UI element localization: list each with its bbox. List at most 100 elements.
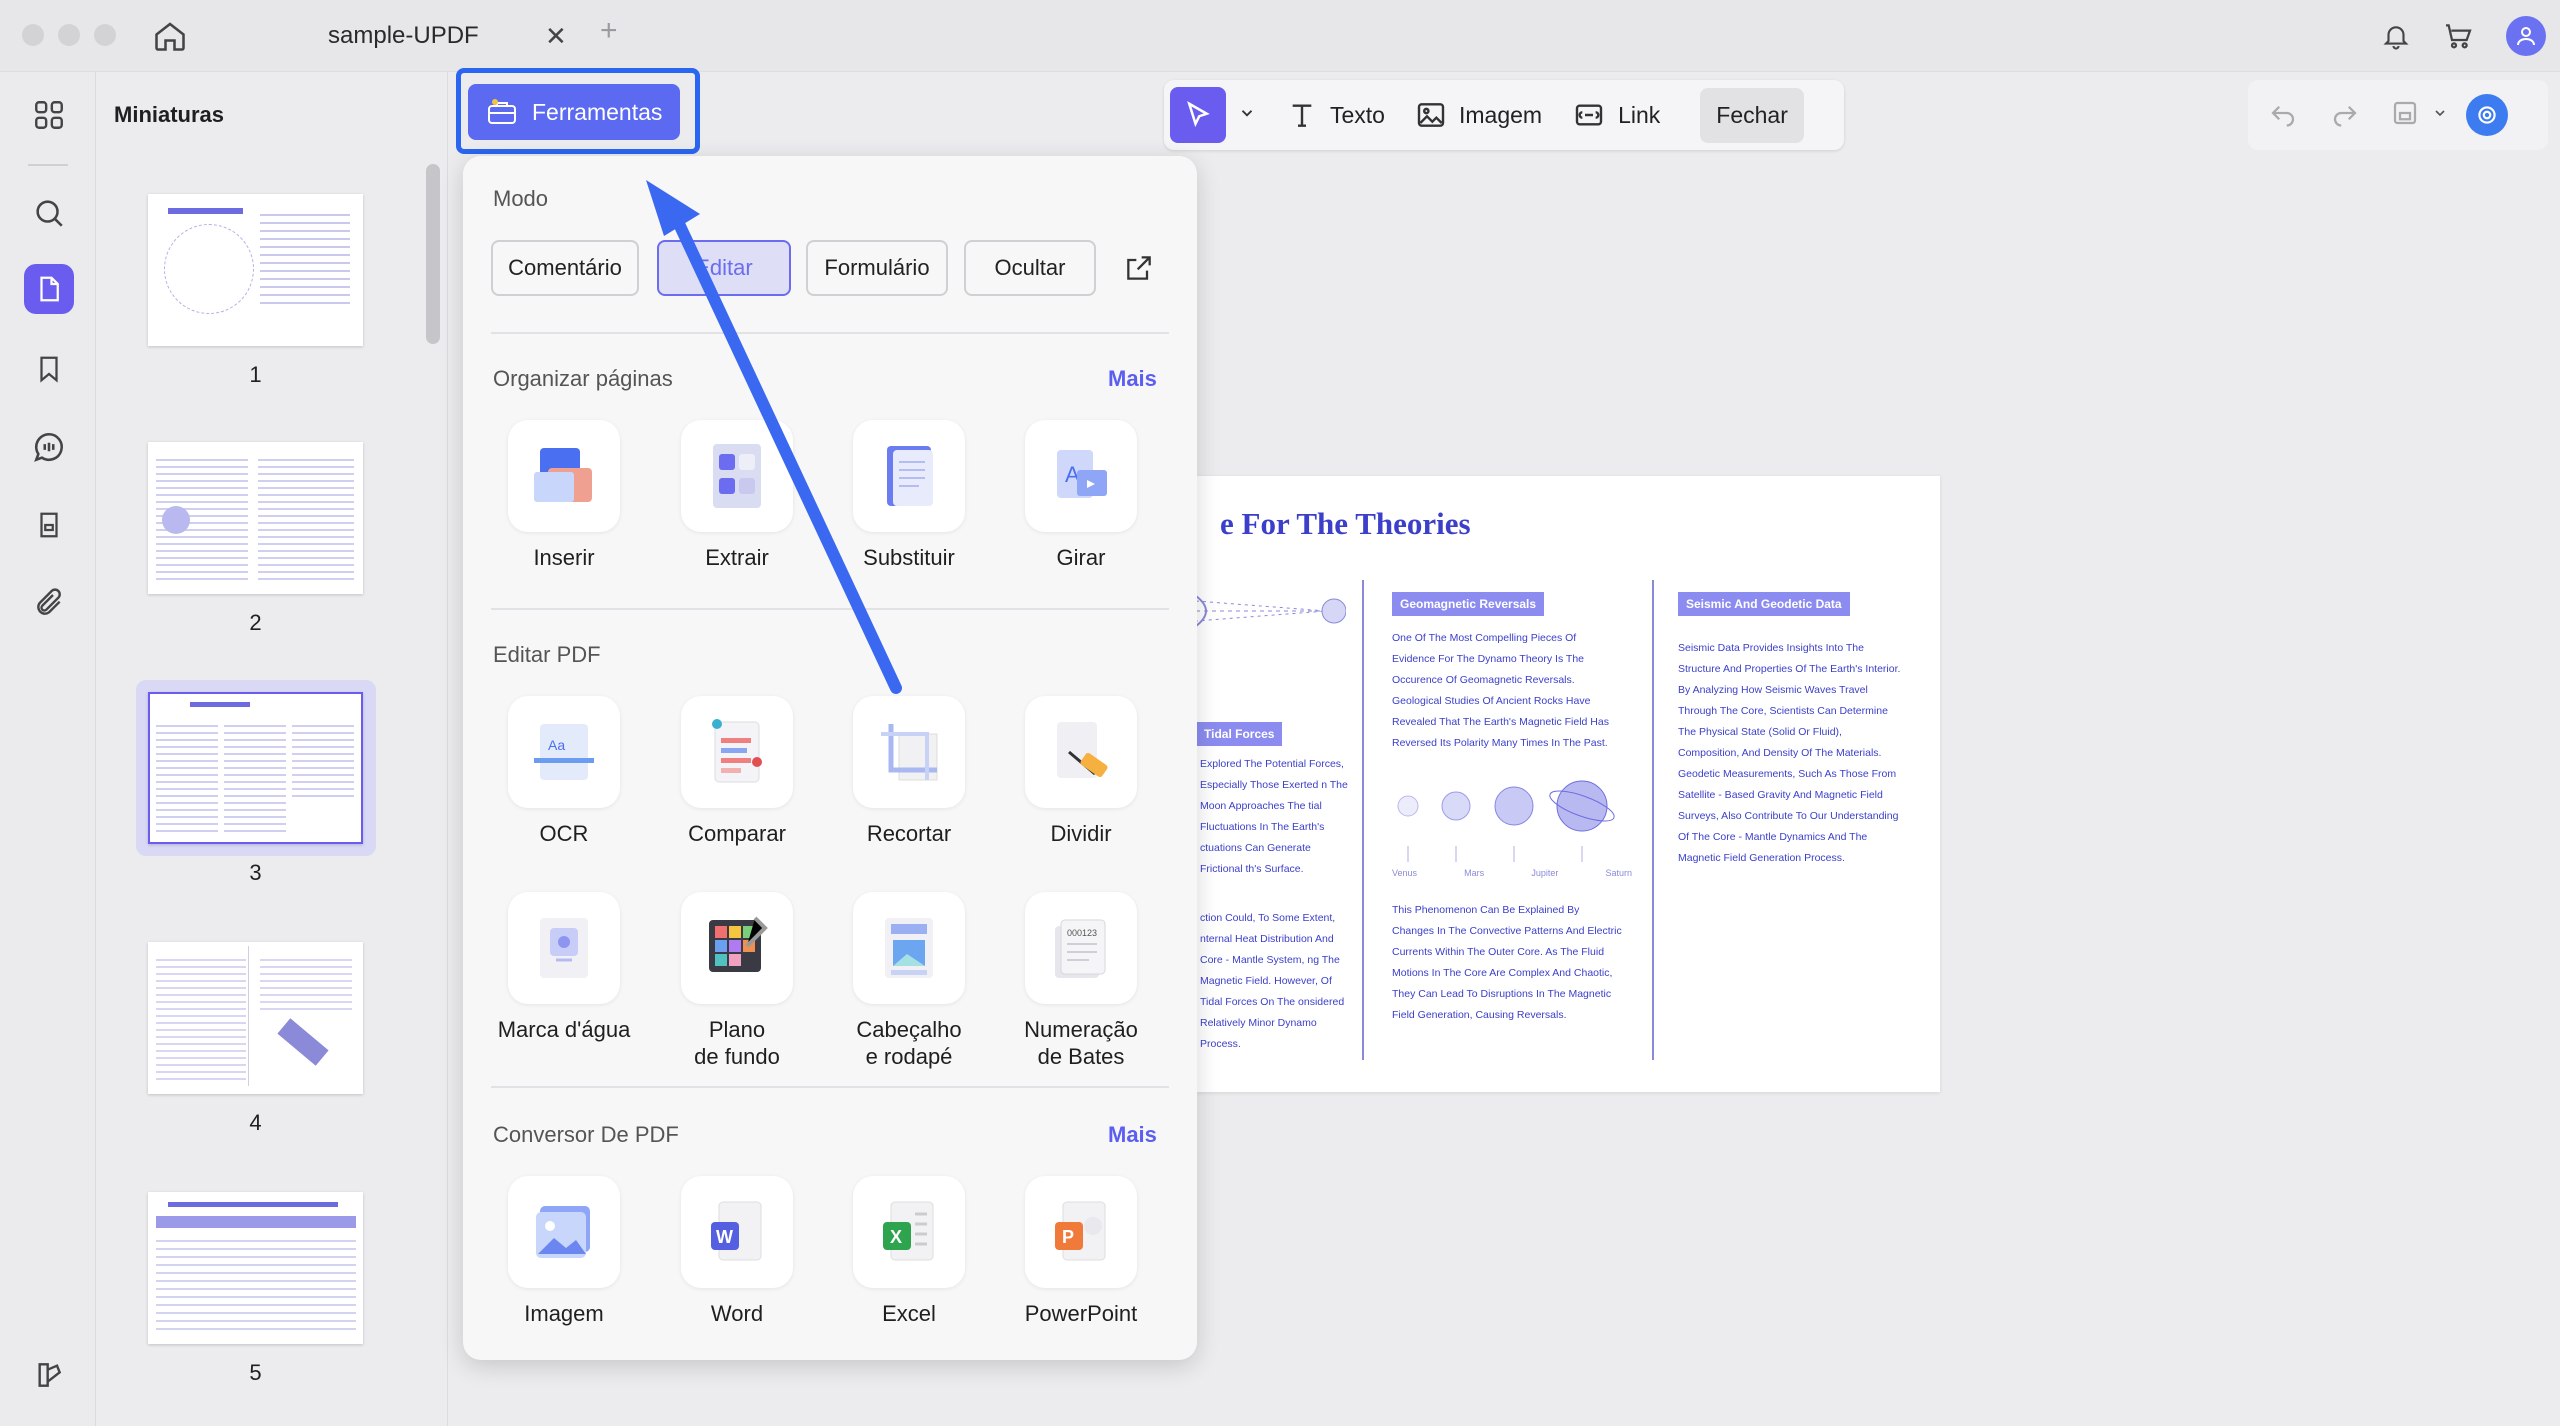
link-tool-button[interactable]: Link (1572, 99, 1660, 131)
cart-icon[interactable] (2440, 18, 2476, 54)
compare-tool[interactable]: Comparar (651, 696, 823, 847)
watermark-label: Marca d'água (497, 1017, 631, 1042)
document-tab[interactable]: sample-UPDF ✕ (280, 10, 580, 62)
image-tool-button[interactable]: Imagem (1415, 99, 1542, 131)
convert-excel-tool[interactable]: X Excel (823, 1176, 995, 1327)
form-icon[interactable] (24, 500, 74, 550)
background-tool[interactable]: Plano de fundo (651, 892, 823, 1070)
word-file-icon: W (681, 1176, 793, 1288)
mode-comment-button[interactable]: Comentário (491, 240, 639, 296)
organize-section-title: Organizar páginas (493, 366, 673, 391)
save-chevron-icon[interactable] (2432, 105, 2448, 126)
svg-text:W: W (716, 1227, 733, 1247)
pdf-tidal-text-2: ction Could, To Some Extent, nternal Hea… (1200, 912, 1345, 1050)
compare-icon (681, 696, 793, 808)
insert-label: Inserir (533, 545, 595, 570)
convert-powerpoint-label: PowerPoint (1024, 1301, 1138, 1326)
planet-label-saturn: Saturn (1605, 868, 1632, 878)
thumbnails-scrollbar[interactable] (426, 164, 440, 344)
undo-icon[interactable] (2268, 98, 2298, 133)
powerpoint-file-icon: P (1025, 1176, 1137, 1288)
image-tool-label: Imagem (1458, 101, 1543, 128)
extract-tool[interactable]: Extrair (651, 420, 823, 571)
header-footer-label-line1: Cabeçalho (856, 1017, 962, 1042)
insert-icon (508, 420, 620, 532)
convert-powerpoint-tool[interactable]: P PowerPoint (995, 1176, 1167, 1327)
ocr-label: OCR (539, 821, 589, 846)
search-icon[interactable] (24, 188, 74, 238)
page-number-4: 4 (249, 1110, 262, 1135)
convert-word-label: Word (710, 1301, 764, 1326)
grid-icon[interactable] (24, 90, 74, 140)
split-tool[interactable]: Dividir (995, 696, 1167, 847)
divider (491, 1086, 1169, 1088)
compare-label: Comparar (688, 821, 786, 846)
watermark-icon (508, 892, 620, 1004)
bates-numbering-label: Numeração de Bates (995, 1016, 1167, 1070)
extract-icon (681, 420, 793, 532)
thumbnails-panel: Miniaturas 1 2 3 4 5 (96, 72, 448, 1426)
new-tab-button[interactable]: + (600, 14, 618, 48)
pdf-tag-geomagnetic: Geomagnetic Reversals (1392, 592, 1545, 616)
tools-button-label: Ferramentas (532, 98, 663, 125)
rotate-tool[interactable]: A Girar (995, 420, 1167, 571)
open-external-icon[interactable] (1123, 252, 1155, 289)
user-avatar-icon[interactable] (2506, 16, 2546, 56)
ocr-tool[interactable]: Aa OCR (478, 696, 650, 847)
home-icon[interactable] (152, 18, 188, 59)
pdf-column-divider-2 (1652, 580, 1654, 1060)
left-rail (0, 72, 96, 1426)
select-tool-button[interactable] (1170, 87, 1226, 143)
image-icon (1417, 103, 1445, 127)
comment-icon[interactable] (24, 422, 74, 472)
svg-text:X: X (890, 1227, 902, 1247)
rotate-label: Girar (1056, 545, 1106, 570)
window-close-control[interactable] (22, 24, 44, 46)
pages-icon[interactable] (24, 264, 74, 314)
bookmark-icon[interactable] (24, 344, 74, 394)
window-minimize-control[interactable] (58, 24, 80, 46)
layers-icon[interactable] (24, 1350, 74, 1400)
tab-close-icon[interactable]: ✕ (545, 21, 567, 52)
title-bar: sample-UPDF ✕ + (0, 0, 2560, 72)
attachment-icon[interactable] (24, 578, 74, 628)
tools-button[interactable]: Ferramentas (468, 84, 680, 140)
insert-tool[interactable]: Inserir (478, 420, 650, 571)
mode-edit-button[interactable]: Editar (657, 240, 791, 296)
mode-form-button[interactable]: Formulário (806, 240, 948, 296)
window-zoom-control[interactable] (94, 24, 116, 46)
pdf-tidal-text: Explored The Potential Forces, Especiall… (1200, 758, 1348, 875)
background-label-line1: Plano (708, 1017, 766, 1042)
header-footer-tool[interactable]: Cabeçalho e rodapé (823, 892, 995, 1070)
link-icon (1575, 104, 1603, 126)
page-thumbnail-2[interactable] (148, 442, 363, 594)
text-tool-button[interactable]: Texto (1286, 99, 1385, 131)
page-thumbnail-4[interactable] (148, 942, 363, 1094)
converter-more-link[interactable]: Mais (1108, 1122, 1157, 1148)
redo-icon[interactable] (2330, 98, 2360, 133)
page-thumbnail-1[interactable] (148, 194, 363, 346)
bates-numbering-tool[interactable]: 000123 Numeração de Bates (995, 892, 1167, 1070)
crop-tool[interactable]: Recortar (823, 696, 995, 847)
converter-section-title: Conversor De PDF (493, 1122, 679, 1147)
close-edit-button[interactable]: Fechar (1700, 87, 1804, 143)
page-thumbnail-3[interactable] (148, 692, 363, 844)
convert-word-tool[interactable]: W Word (651, 1176, 823, 1327)
convert-image-label: Imagem (524, 1301, 604, 1326)
rotate-icon: A (1025, 420, 1137, 532)
right-toolbar (2248, 80, 2548, 150)
replace-tool[interactable]: Substituir (823, 420, 995, 571)
chevron-down-icon[interactable] (1238, 104, 1256, 127)
convert-image-tool[interactable]: Imagem (478, 1176, 650, 1327)
pdf-tag-seismic: Seismic And Geodetic Data (1678, 592, 1850, 616)
link-tool-label: Link (1618, 101, 1661, 128)
edit-pdf-section-title: Editar PDF (493, 642, 601, 667)
organize-more-link[interactable]: Mais (1108, 366, 1157, 392)
save-icon[interactable] (2390, 98, 2420, 133)
watermark-tool[interactable]: Marca d'água (478, 892, 650, 1043)
page-thumbnail-5[interactable] (148, 1192, 363, 1344)
ai-assistant-icon[interactable] (2466, 94, 2508, 136)
mode-hide-button[interactable]: Ocultar (964, 240, 1096, 296)
mode-section-title: Modo (493, 186, 549, 211)
bell-icon[interactable] (2378, 18, 2414, 54)
